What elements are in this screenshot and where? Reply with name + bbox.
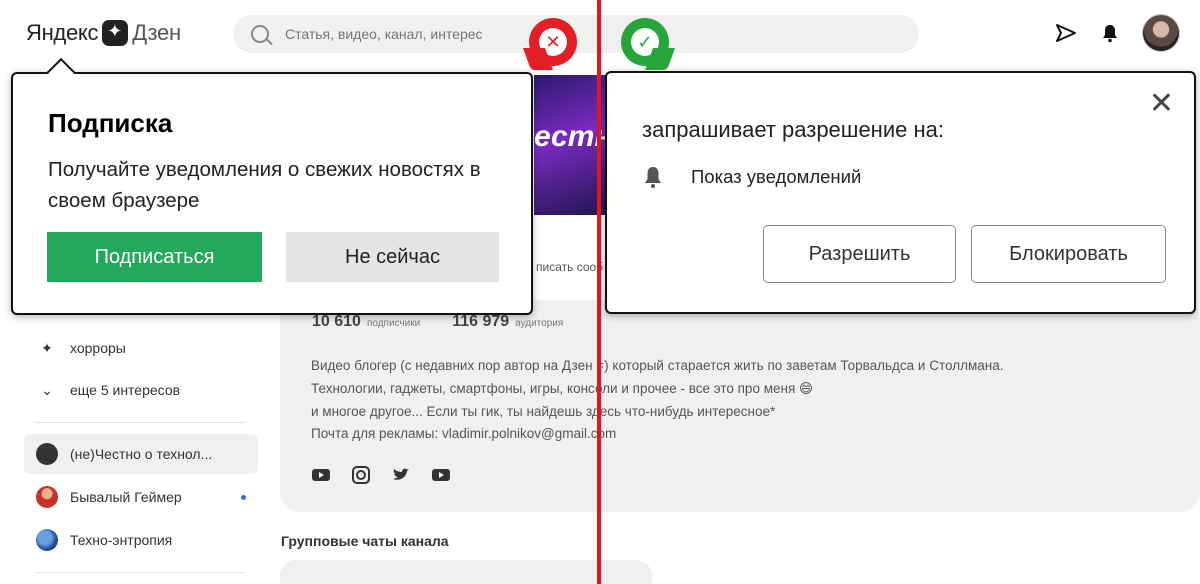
subscribers-count: 10 610 xyxy=(312,313,361,330)
youtube-icon[interactable] xyxy=(312,468,330,482)
sidebar-item-label: Бывалый Геймер xyxy=(70,489,182,505)
search-input[interactable] xyxy=(285,26,525,42)
cross-icon: ✕ xyxy=(539,28,567,56)
subscribe-button[interactable]: Подписаться xyxy=(47,232,262,282)
channel-avatar xyxy=(36,443,58,465)
social-links xyxy=(312,466,450,484)
sidebar-item-label: хорроры xyxy=(70,340,126,356)
sidebar-item-more-interests[interactable]: ⌄ еще 5 интересов xyxy=(24,370,258,410)
user-avatar[interactable] xyxy=(1142,14,1180,52)
logo-yandex-text: Яндекс xyxy=(26,20,99,45)
permission-label: Показ уведомлений xyxy=(691,166,862,187)
zen-star-icon xyxy=(102,20,129,46)
channel-stats: 10 610 подписчики 116 979 аудитория xyxy=(312,313,589,331)
send-icon[interactable] xyxy=(1054,21,1078,45)
header-actions xyxy=(1054,14,1180,52)
sparkle-icon: ✦ xyxy=(41,340,53,356)
description-line: Почта для рекламы: vladimir.polnikov@gma… xyxy=(311,426,617,442)
channel-avatar xyxy=(36,529,58,551)
yandex-zen-logo[interactable]: Яндекс Дзен xyxy=(26,20,181,46)
group-chats-title: Групповые чаты канала xyxy=(281,533,449,549)
twitter-icon[interactable] xyxy=(392,468,410,482)
permission-row: Показ уведомлений xyxy=(642,165,861,189)
sidebar-item-horror[interactable]: ✦ хорроры xyxy=(24,328,258,368)
block-button[interactable]: Блокировать xyxy=(971,225,1166,283)
sidebar-item-channel-honest-tech[interactable]: (не)Честно о технол... xyxy=(24,434,258,474)
audience-label: аудитория xyxy=(515,318,564,329)
description-line: Видео блогер (с недавних пор автор на Дз… xyxy=(311,358,1004,373)
sidebar-item-label: (не)Честно о технол... xyxy=(70,446,213,462)
logo-zen-text: Дзен xyxy=(132,20,181,45)
sidebar-divider xyxy=(34,422,246,423)
sidebar-item-channel-gamer[interactable]: Бывалый Геймер xyxy=(24,477,258,517)
subscription-popup: Подписка Получайте уведомления о свежих … xyxy=(11,57,533,315)
search-icon xyxy=(251,25,269,43)
sidebar-divider xyxy=(34,572,246,573)
comparison-divider xyxy=(597,0,601,584)
sidebar-item-label: еще 5 интересов xyxy=(70,382,181,398)
notification-permission-popup: запрашивает разрешение на: Показ уведомл… xyxy=(605,71,1196,314)
description-line: и многое другое... Если ты гик, ты найде… xyxy=(311,403,776,419)
wrong-badge: ✕ xyxy=(529,18,577,66)
correct-badge: ✓ xyxy=(621,18,669,66)
popup-text: Получайте уведомления о свежих новостях … xyxy=(48,158,481,212)
sidebar-item-channel-entropy[interactable]: Техно-энтропия xyxy=(24,520,258,560)
not-now-button[interactable]: Не сейчас xyxy=(286,232,499,282)
popup-title: Подписка xyxy=(48,108,173,138)
write-message-button[interactable]: писать сообщ xyxy=(534,252,604,282)
subscribers-label: подписчики xyxy=(366,318,421,329)
permission-title: запрашивает разрешение на: xyxy=(642,117,944,142)
sidebar-item-label: Техно-энтропия xyxy=(70,532,173,548)
unread-dot xyxy=(241,494,246,500)
close-icon[interactable]: ✕ xyxy=(1149,89,1174,119)
channel-description: Видео блогер (с недавних пор автор на Дз… xyxy=(311,355,1131,446)
channel-avatar xyxy=(36,486,58,508)
description-line: Технологии, гаджеты, смартфоны, игры, ко… xyxy=(311,380,814,396)
allow-button[interactable]: Разрешить xyxy=(763,225,956,283)
audience-count: 116 979 xyxy=(452,313,510,330)
bell-icon[interactable] xyxy=(1100,23,1120,43)
youtube-icon[interactable] xyxy=(432,468,450,482)
instagram-icon[interactable] xyxy=(352,466,370,484)
check-icon: ✓ xyxy=(631,28,659,56)
bell-icon xyxy=(645,167,661,188)
chevron-down-icon: ⌄ xyxy=(41,382,53,398)
